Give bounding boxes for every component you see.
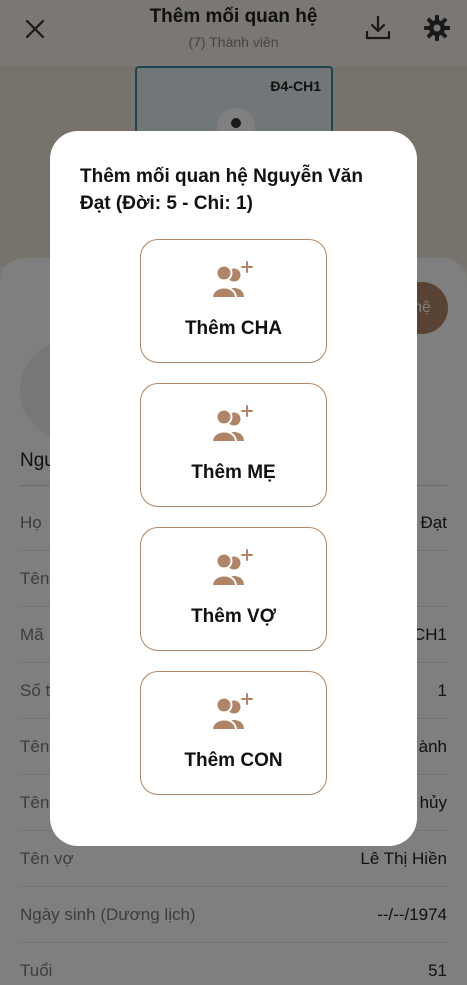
add-person-icon: [211, 405, 253, 443]
add-mother-button[interactable]: Thêm MẸ: [140, 383, 327, 507]
add-person-icon: [211, 693, 253, 731]
option-label: Thêm MẸ: [191, 462, 276, 483]
option-label: Thêm CHA: [184, 318, 283, 339]
option-label: Thêm CON: [184, 750, 283, 771]
add-person-icon: [211, 549, 253, 587]
dialog-title: Thêm mối quan hệ Nguyễn Văn Đạt (Đời: 5 …: [80, 166, 363, 214]
option-label: Thêm VỢ: [191, 606, 276, 627]
add-person-icon: [211, 261, 253, 299]
add-wife-button[interactable]: Thêm VỢ: [140, 527, 327, 651]
add-father-button[interactable]: Thêm CHA: [140, 239, 327, 363]
add-relation-dialog: Thêm mối quan hệ Nguyễn Văn Đạt (Đời: 5 …: [50, 131, 417, 846]
add-child-button[interactable]: Thêm CON: [140, 671, 327, 795]
